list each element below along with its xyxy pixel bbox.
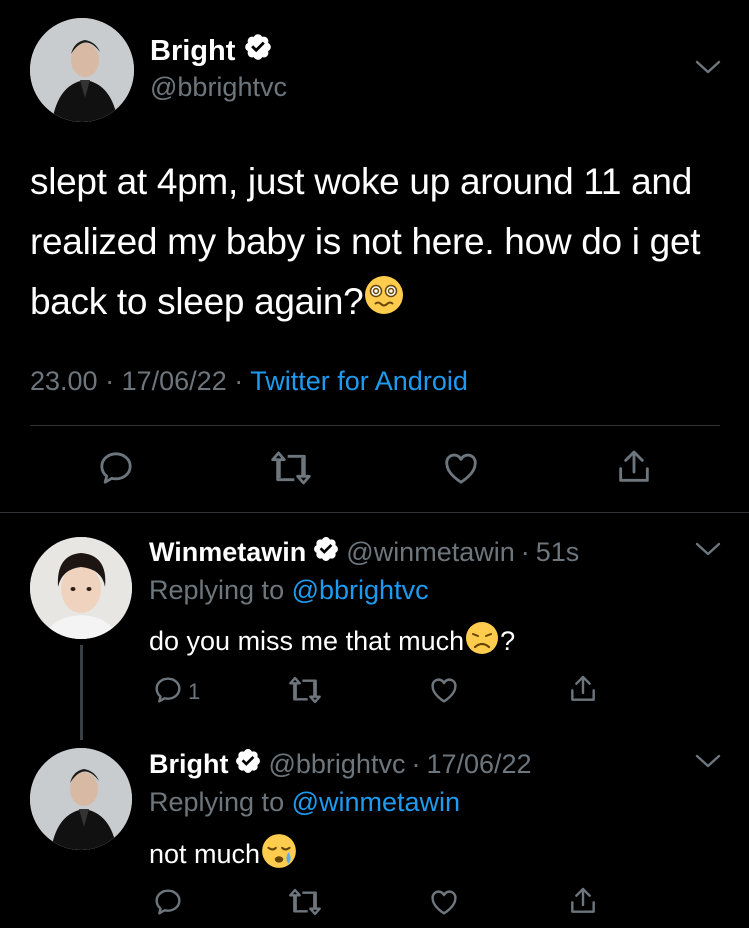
- reply1-author-name[interactable]: Winmetawin: [149, 537, 306, 568]
- chevron-down-icon[interactable]: [694, 58, 722, 81]
- reply1-handle[interactable]: @winmetawin: [346, 537, 514, 568]
- replying-to-label: Replying to: [149, 575, 285, 605]
- reply-icon[interactable]: [152, 674, 184, 711]
- avatar-winmetawin[interactable]: [30, 537, 132, 639]
- reply1-text: do you miss me that much ?: [149, 620, 515, 663]
- avatar-bright[interactable]: [30, 18, 134, 122]
- woozy-face-emoji-icon: [363, 274, 405, 334]
- verified-badge-icon: [312, 535, 340, 570]
- reply2-handle[interactable]: @bbrightvc: [268, 749, 405, 780]
- tweet-time: 23.00: [30, 366, 98, 396]
- author-name-text[interactable]: Bright: [150, 35, 235, 68]
- reply1-header: Winmetawin @winmetawin · 51s: [149, 535, 579, 570]
- reply2-text: not much: [149, 832, 298, 877]
- tweet-source-link[interactable]: Twitter for Android: [250, 366, 468, 396]
- disappointed-face-emoji-icon: [464, 620, 500, 663]
- replying-to-label: Replying to: [149, 787, 285, 817]
- retweet-icon[interactable]: [288, 886, 322, 923]
- reply2-replying-to: Replying to @winmetawin: [149, 787, 460, 818]
- tweet-meta: 23.00 · 17/06/22 · Twitter for Android: [30, 366, 468, 397]
- verified-badge-icon: [234, 747, 262, 782]
- reply1-age[interactable]: 51s: [536, 537, 580, 568]
- divider: [30, 425, 720, 426]
- tweet-text: slept at 4pm, just woke up around 11 and…: [30, 152, 720, 334]
- meta-separator: ·: [234, 366, 244, 396]
- reply1-text-body: do you miss me that much: [149, 626, 465, 656]
- reply1-text-suffix: ?: [500, 626, 516, 656]
- reply-icon[interactable]: [96, 448, 136, 493]
- share-icon[interactable]: [567, 884, 599, 923]
- replying-to-handle-link[interactable]: @bbrightvc: [292, 575, 429, 605]
- share-icon[interactable]: [614, 446, 654, 493]
- like-heart-icon[interactable]: [428, 674, 460, 711]
- share-icon[interactable]: [567, 672, 599, 711]
- retweet-icon[interactable]: [288, 674, 322, 711]
- chevron-down-icon[interactable]: [694, 540, 722, 563]
- like-heart-icon[interactable]: [428, 886, 460, 923]
- author-name[interactable]: Bright: [150, 32, 273, 70]
- divider: [0, 512, 749, 513]
- reply2-header: Bright @bbrightvc · 17/06/22: [149, 747, 532, 782]
- reply1-replying-to: Replying to @bbrightvc: [149, 575, 429, 606]
- like-heart-icon[interactable]: [441, 448, 481, 493]
- verified-badge-icon: [243, 32, 273, 70]
- tweet-date: 17/06/22: [121, 366, 227, 396]
- avatar-bright[interactable]: [30, 748, 132, 850]
- meta-separator: ·: [105, 366, 115, 396]
- reply-icon[interactable]: [152, 886, 184, 923]
- reply2-author-name[interactable]: Bright: [149, 749, 228, 780]
- sleepy-face-emoji-icon: [260, 832, 298, 877]
- reply2-text-body: not much: [149, 839, 261, 869]
- author-handle[interactable]: @bbrightvc: [150, 72, 287, 103]
- retweet-icon[interactable]: [270, 448, 312, 493]
- thread-connector-line: [80, 645, 83, 740]
- reply2-date[interactable]: 17/06/22: [426, 749, 531, 780]
- meta-separator: ·: [411, 749, 421, 779]
- meta-separator: ·: [520, 537, 530, 567]
- replying-to-handle-link[interactable]: @winmetawin: [292, 787, 460, 817]
- reply-count: 1: [188, 679, 201, 704]
- chevron-down-icon[interactable]: [694, 752, 722, 775]
